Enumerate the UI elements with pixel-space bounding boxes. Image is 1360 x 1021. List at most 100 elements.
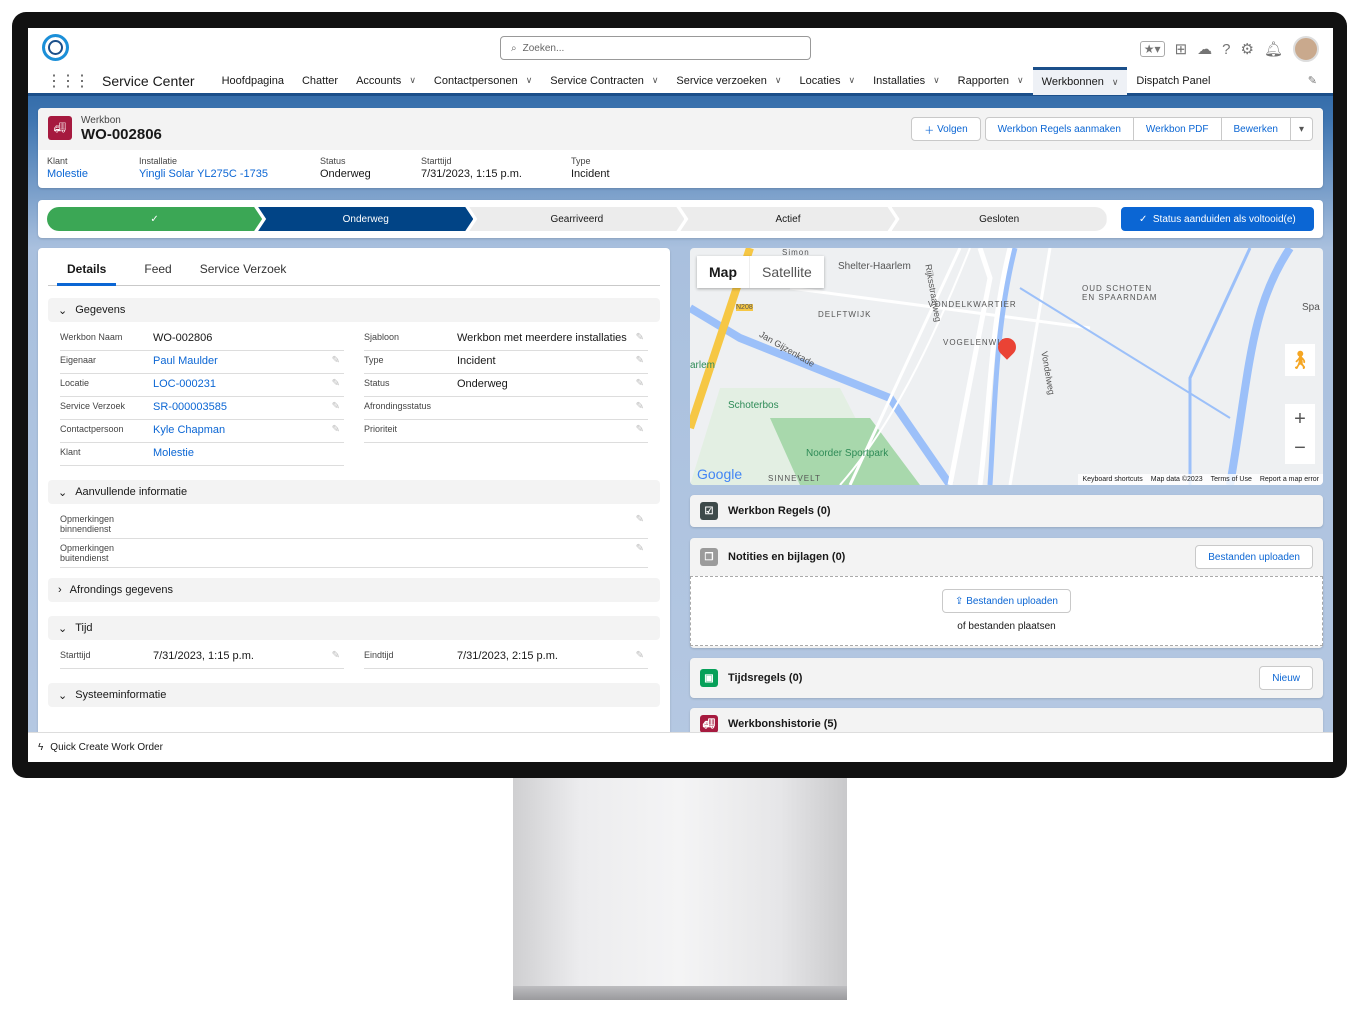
- nav-item[interactable]: Contactpersonen ∨: [425, 67, 541, 95]
- chevron-down-icon: ⌄: [58, 304, 68, 317]
- section-tijd[interactable]: ⌄ Tijd: [48, 616, 660, 640]
- monitor-stand: [513, 778, 847, 1000]
- related-werkbon-regels: ☑ Werkbon Regels (0): [690, 495, 1323, 527]
- edit-pencil-icon[interactable]: ✎: [636, 332, 644, 343]
- upload-files-dropzone-button[interactable]: ⇪ Bestanden uploaden: [942, 589, 1071, 613]
- path-step[interactable]: Gesloten: [891, 207, 1107, 231]
- search-input[interactable]: ⌕ Zoeken...: [500, 36, 811, 60]
- field-starttijd: Starttijd 7/31/2023, 1:15 p.m. ✎: [60, 646, 344, 669]
- nav-item[interactable]: Service Contracten ∨: [541, 67, 667, 95]
- upload-files-button[interactable]: Bestanden uploaden: [1195, 545, 1313, 569]
- highlight-field: Klant Molestie: [47, 156, 88, 180]
- chevron-down-icon[interactable]: ∨: [526, 75, 533, 86]
- pdf-button[interactable]: Werkbon PDF: [1133, 117, 1222, 141]
- edit-pencil-icon[interactable]: ✎: [332, 378, 340, 389]
- gear-icon[interactable]: ⚙: [1241, 40, 1254, 58]
- edit-pencil-icon[interactable]: ✎: [636, 543, 644, 554]
- create-lines-button[interactable]: Werkbon Regels aanmaken: [984, 117, 1134, 141]
- zoom-out-button[interactable]: −: [1285, 434, 1315, 464]
- chevron-down-icon[interactable]: ∨: [775, 75, 782, 86]
- nav-item[interactable]: Rapporten ∨: [949, 67, 1033, 95]
- favorites-icon[interactable]: ★▾: [1139, 41, 1165, 57]
- chevron-down-icon[interactable]: ∨: [652, 75, 659, 86]
- edit-button[interactable]: Bewerken: [1221, 117, 1291, 141]
- chevron-down-icon[interactable]: ∨: [1017, 75, 1024, 86]
- app-name: Service Center: [102, 72, 195, 89]
- edit-pencil-icon[interactable]: ✎: [636, 355, 644, 366]
- nav-item[interactable]: Service verzoeken ∨: [667, 67, 790, 95]
- tab[interactable]: Details: [57, 262, 117, 286]
- nav-item[interactable]: Chatter: [293, 67, 347, 95]
- edit-pencil-icon[interactable]: ✎: [636, 378, 644, 389]
- chevron-down-icon[interactable]: ∨: [409, 75, 416, 86]
- follow-button[interactable]: ＋ Volgen: [911, 117, 981, 141]
- map-footer-link[interactable]: Terms of Use: [1211, 476, 1252, 483]
- map-label: Spa: [1302, 302, 1320, 313]
- edit-pencil-icon[interactable]: ✎: [332, 650, 340, 661]
- edit-pencil-icon[interactable]: ✎: [636, 424, 644, 435]
- map-tab-satellite[interactable]: Satellite: [749, 256, 824, 288]
- calendar-icon: ▣: [700, 669, 718, 687]
- map-label: VONDELKWARTIER: [928, 300, 1017, 309]
- section-gegevens[interactable]: ⌄ Gegevens: [48, 298, 660, 322]
- chevron-down-icon[interactable]: ∨: [849, 75, 856, 86]
- logo: [42, 34, 69, 61]
- edit-pencil-icon[interactable]: ✎: [332, 401, 340, 412]
- avatar[interactable]: [1293, 36, 1319, 62]
- map-label: Noorder Sportpark: [806, 448, 889, 459]
- related-notities: ❐ Notities en bijlagen (0) Bestanden uplo…: [690, 538, 1323, 648]
- path-step[interactable]: ✓: [47, 207, 262, 231]
- field-row: Opmerkingen buitendienst ✎: [60, 539, 648, 568]
- path-step[interactable]: Gearriveerd: [469, 207, 684, 231]
- section-afronding[interactable]: › Afrondings gegevens: [48, 578, 660, 602]
- edit-pencil-icon[interactable]: ✎: [636, 401, 644, 412]
- path-step[interactable]: Actief: [680, 207, 895, 231]
- edit-nav-icon[interactable]: ✎: [1308, 74, 1317, 87]
- section-aanvullend[interactable]: ⌄ Aanvullende informatie: [48, 480, 660, 504]
- edit-pencil-icon[interactable]: ✎: [636, 650, 644, 661]
- zoom-in-button[interactable]: +: [1285, 404, 1315, 434]
- edit-pencil-icon[interactable]: ✎: [636, 514, 644, 525]
- tab[interactable]: Feed: [144, 262, 171, 285]
- edit-pencil-icon[interactable]: ✎: [332, 424, 340, 435]
- nav-item[interactable]: Installaties ∨: [864, 67, 949, 95]
- field-row: Prioriteit ✎: [364, 420, 648, 443]
- map-footer-link[interactable]: Keyboard shortcuts: [1082, 476, 1142, 483]
- highlight-field: Starttijd 7/31/2023, 1:15 p.m.: [421, 156, 522, 180]
- trailhead-icon[interactable]: ☁: [1197, 40, 1212, 58]
- section-systeem[interactable]: ⌄ Systeeminformatie: [48, 683, 660, 707]
- edit-pencil-icon[interactable]: ✎: [332, 355, 340, 366]
- app-launcher-icon[interactable]: ⋮⋮⋮: [46, 71, 90, 91]
- mark-complete-button[interactable]: ✓ Status aanduiden als voltooid(e): [1120, 207, 1314, 231]
- map[interactable]: Map Satellite Shelter-Haarlem VONDELKWART…: [690, 248, 1323, 485]
- chevron-right-icon: ›: [58, 584, 62, 596]
- tab[interactable]: Service Verzoek: [200, 262, 287, 285]
- map-tab-map[interactable]: Map: [697, 256, 749, 288]
- help-icon[interactable]: ?: [1222, 41, 1230, 58]
- nav-item[interactable]: Werkbonnen ∨: [1032, 66, 1128, 95]
- map-footer-link[interactable]: Report a map error: [1260, 476, 1319, 483]
- clipboard-icon: ☑: [700, 502, 718, 520]
- add-icon[interactable]: ⊞: [1175, 40, 1188, 58]
- map-label: SINNEVELT: [768, 474, 821, 483]
- page-title: WO-002806: [81, 126, 162, 143]
- map-footer-link[interactable]: Map data ©2023: [1151, 476, 1203, 483]
- map-label: arlem: [690, 360, 716, 371]
- file-drop-zone[interactable]: ⇪ Bestanden uploaden of bestanden plaats…: [690, 576, 1323, 646]
- nav-item[interactable]: Hoofdpagina: [213, 67, 293, 95]
- more-actions-button[interactable]: ▾: [1290, 117, 1313, 141]
- nav-item[interactable]: Accounts ∨: [347, 67, 425, 95]
- quick-create-item[interactable]: Quick Create Work Order: [50, 742, 163, 753]
- object-label: Werkbon: [81, 115, 121, 126]
- nav-item[interactable]: Locaties ∨: [791, 67, 865, 95]
- new-button[interactable]: Nieuw: [1259, 666, 1313, 690]
- street-view-icon[interactable]: 🚶︎: [1285, 344, 1315, 376]
- field-row: Service Verzoek SR-000003585 ✎: [60, 397, 344, 420]
- related-tijdsregels: ▣ Tijdsregels (0) Nieuw: [690, 658, 1323, 698]
- chevron-down-icon[interactable]: ∨: [933, 75, 940, 86]
- path-step[interactable]: Onderweg: [258, 207, 473, 231]
- chevron-down-icon: ⌄: [58, 689, 68, 702]
- nav-item[interactable]: Dispatch Panel: [1127, 67, 1219, 95]
- chevron-down-icon[interactable]: ∨: [1112, 77, 1119, 88]
- bell-icon[interactable]: 🔔︎: [1264, 40, 1283, 58]
